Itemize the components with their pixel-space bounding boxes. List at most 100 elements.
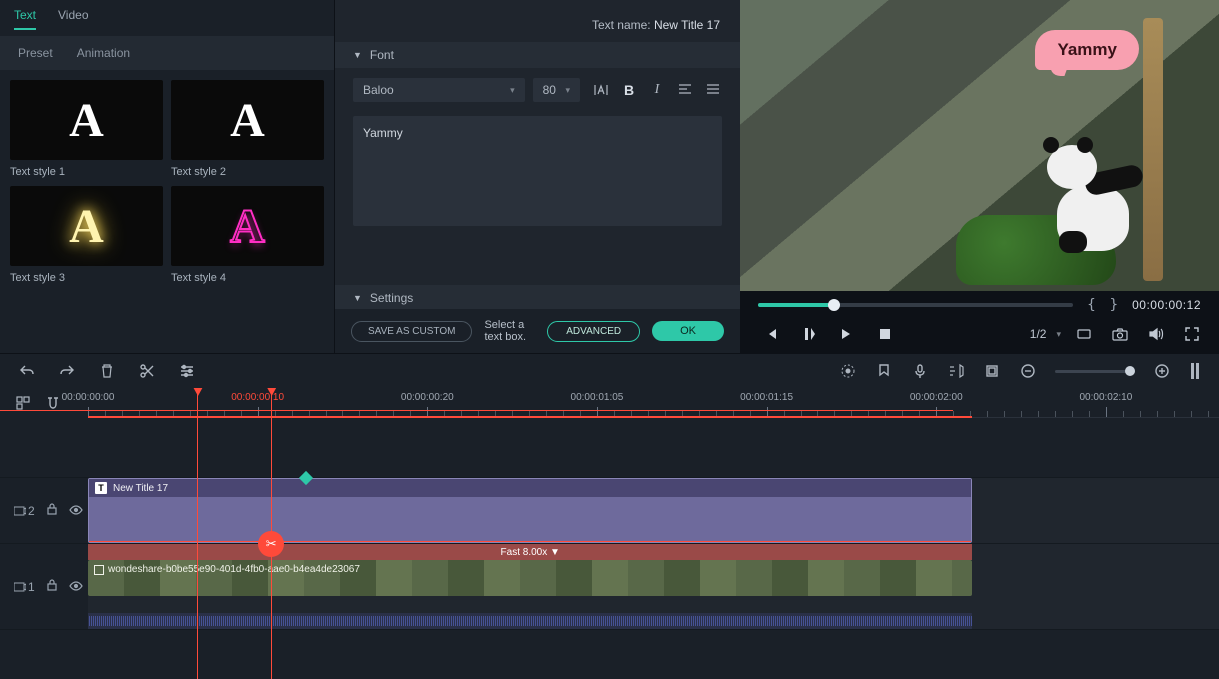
- track-body-1[interactable]: Fast 8.00x ▼ wondeshare-b0be55e90-401d-4…: [88, 544, 1219, 629]
- sub-tab-animation[interactable]: Animation: [77, 46, 130, 60]
- track-number: 1: [28, 580, 35, 594]
- track-type-icon: 2: [14, 504, 35, 518]
- eye-icon[interactable]: [69, 580, 83, 594]
- ruler-timestamp: 00:00:01:15: [740, 392, 793, 403]
- preview-zoom-select[interactable]: 1/2▾: [1030, 327, 1061, 341]
- split-indicator[interactable]: ✂: [258, 531, 284, 557]
- chevron-down-icon: ▾: [565, 85, 570, 96]
- zoom-to-fit-button[interactable]: [1189, 362, 1201, 380]
- clip-type-icon: [94, 565, 104, 575]
- track-type-icon: 1: [14, 580, 35, 594]
- fullscreen-button[interactable]: [1183, 325, 1201, 343]
- track-number: 2: [28, 504, 35, 518]
- delete-button[interactable]: [98, 362, 116, 380]
- marker-button[interactable]: [875, 362, 893, 380]
- timeline-toolbar: [0, 353, 1219, 388]
- style-preset-2[interactable]: AText style 2: [171, 80, 324, 178]
- font-family-select[interactable]: Baloo▾: [353, 78, 525, 102]
- track-body-2[interactable]: TNew Title 17 ✂: [88, 478, 1219, 543]
- style-preset-1[interactable]: AText style 1: [10, 80, 163, 178]
- audio-mixer-button[interactable]: [947, 362, 965, 380]
- preview-viewport[interactable]: Yammy: [740, 0, 1219, 291]
- timecode-display: 00:00:00:12: [1132, 298, 1201, 312]
- text-name-row: Text name: New Title 17: [335, 0, 740, 42]
- ruler-timestamp: 00:00:02:00: [910, 392, 963, 403]
- letter-spacing-button[interactable]: [592, 81, 610, 99]
- text-content-input[interactable]: Yammy: [353, 116, 722, 226]
- redo-button[interactable]: [58, 362, 76, 380]
- scrub-thumb[interactable]: [828, 299, 840, 311]
- audio-waveform[interactable]: [88, 613, 972, 629]
- play-pause-button[interactable]: [800, 325, 818, 343]
- advanced-button[interactable]: ADVANCED: [547, 321, 640, 342]
- step-back-button[interactable]: [762, 325, 780, 343]
- snapshot-button[interactable]: [1111, 325, 1129, 343]
- stop-button[interactable]: [876, 325, 894, 343]
- scrub-fill: [758, 303, 834, 307]
- style-preset-4[interactable]: AText style 4: [171, 186, 324, 284]
- time-ruler[interactable]: 00:00:00:0000:00:00:1000:00:00:2000:00:0…: [88, 388, 1219, 418]
- style-label: Text style 2: [171, 166, 324, 178]
- speech-bubble-overlay[interactable]: Yammy: [1035, 30, 1139, 70]
- scrub-track[interactable]: [758, 303, 1073, 307]
- playback-controls-row: 1/2▾: [740, 319, 1219, 353]
- preview-panel: Yammy { } 00:00:00:12 1/2▾: [740, 0, 1219, 353]
- sub-tabs: Preset Animation: [0, 36, 334, 70]
- align-justify-button[interactable]: [704, 81, 722, 99]
- lock-icon[interactable]: [47, 503, 57, 518]
- chevron-down-icon: ▼: [353, 293, 362, 303]
- split-button[interactable]: [138, 362, 156, 380]
- chevron-down-icon: ▼: [353, 50, 362, 60]
- timeline-zoom-slider[interactable]: [1055, 370, 1135, 373]
- save-as-custom-button[interactable]: SAVE AS CUSTOM: [351, 321, 472, 342]
- tab-video[interactable]: Video: [58, 8, 88, 30]
- title-clip-label: New Title 17: [113, 483, 168, 494]
- font-section-header[interactable]: ▼Font: [335, 42, 740, 68]
- bold-button[interactable]: B: [620, 81, 638, 99]
- align-left-button[interactable]: [676, 81, 694, 99]
- playhead[interactable]: [197, 388, 198, 679]
- title-clip[interactable]: TNew Title 17: [88, 478, 972, 543]
- record-voiceover-button[interactable]: [911, 362, 929, 380]
- work-area-bar: [0, 410, 953, 411]
- chevron-down-icon: ▾: [1056, 329, 1061, 340]
- tab-text[interactable]: Text: [14, 8, 36, 30]
- font-size-select[interactable]: 80▾: [533, 78, 580, 102]
- zoom-in-button[interactable]: [1153, 362, 1171, 380]
- ruler-timestamp: 00:00:00:00: [62, 392, 115, 403]
- step-forward-button[interactable]: [838, 325, 856, 343]
- quality-button[interactable]: [1075, 325, 1093, 343]
- ruler-timestamp: 00:00:01:05: [571, 392, 624, 403]
- italic-button[interactable]: I: [648, 81, 666, 99]
- edit-properties-button[interactable]: [178, 362, 196, 380]
- style-grid: AText style 1 AText style 2 AText style …: [0, 70, 334, 294]
- track-head-2: 2: [0, 478, 88, 543]
- text-name-value: New Title 17: [654, 18, 720, 32]
- video-clip[interactable]: wondeshare-b0be55e90-401d-4fb0-aae0-b4ea…: [88, 560, 972, 596]
- text-name-label: Text name:: [592, 18, 654, 32]
- undo-button[interactable]: [18, 362, 36, 380]
- lock-icon[interactable]: [47, 579, 57, 594]
- sub-tab-preset[interactable]: Preset: [18, 46, 53, 60]
- style-preset-3[interactable]: AText style 3: [10, 186, 163, 284]
- track-title: 2 TNew Title 17 ✂: [0, 478, 1219, 544]
- ruler-row: 00:00:00:0000:00:00:1000:00:00:2000:00:0…: [0, 388, 1219, 418]
- video-clip-name: wondeshare-b0be55e90-401d-4fb0-aae0-b4ea…: [108, 564, 360, 575]
- crop-button[interactable]: [983, 362, 1001, 380]
- mark-out-button[interactable]: }: [1110, 297, 1118, 313]
- track-gap: [0, 418, 1219, 478]
- tracks-area: 2 TNew Title 17 ✂ 1: [0, 418, 1219, 679]
- ruler-timestamp: 00:00:00:20: [401, 392, 454, 403]
- ok-button[interactable]: OK: [652, 321, 724, 341]
- render-preview-button[interactable]: [839, 362, 857, 380]
- mark-in-button[interactable]: {: [1087, 297, 1095, 313]
- clip-edge: [89, 541, 971, 542]
- eye-icon[interactable]: [69, 504, 83, 518]
- chevron-down-icon: ▾: [510, 85, 515, 96]
- hint-text: Select a text box.: [484, 319, 535, 343]
- settings-section-header[interactable]: ▼Settings: [335, 285, 740, 311]
- volume-button[interactable]: [1147, 325, 1165, 343]
- speed-bar[interactable]: Fast 8.00x ▼: [88, 544, 972, 560]
- zoom-out-button[interactable]: [1019, 362, 1037, 380]
- timeline: 00:00:00:0000:00:00:1000:00:00:2000:00:0…: [0, 388, 1219, 679]
